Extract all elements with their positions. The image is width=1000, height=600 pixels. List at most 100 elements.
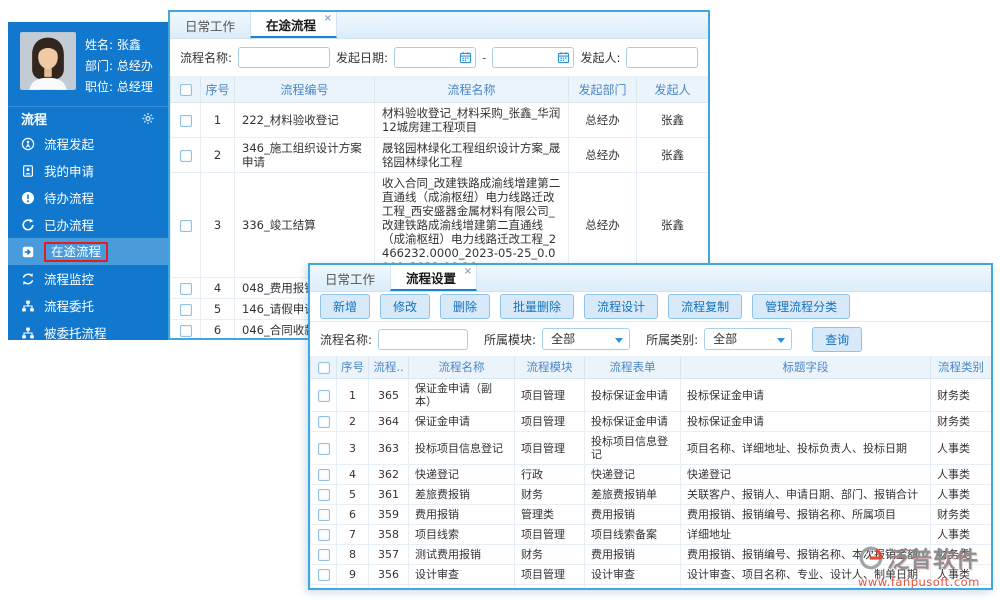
row-checkbox[interactable] (179, 149, 192, 162)
tab[interactable]: 流程设置 × (390, 265, 478, 291)
date-to-field (492, 47, 575, 68)
table-row[interactable]: 1 222_材料验收登记 材料验收登记_材料采购_张鑫_华润12城房建工程项目 … (170, 102, 708, 138)
column-header: 序号 (336, 356, 369, 379)
cell-process-name: 测试费用报销 (408, 544, 515, 565)
initiator-input[interactable] (626, 47, 698, 68)
cell-seq: 1 (336, 378, 369, 412)
sidebar-item[interactable]: 在途流程 (8, 238, 168, 265)
row-checkbox[interactable] (317, 389, 330, 402)
cell-module: 项目管理 (514, 564, 585, 585)
cell-category: 财务类 (930, 411, 991, 432)
row-checkbox[interactable] (179, 282, 192, 295)
row-checkbox[interactable] (317, 529, 330, 541)
cell-seq: 9 (336, 564, 369, 585)
toolbar-button[interactable]: 流程复制 (668, 294, 743, 319)
cell-process-code: 336_竣工结算 (234, 172, 375, 278)
module-select[interactable]: 全部 (542, 328, 631, 350)
cell-initiator: 张鑫 (636, 102, 708, 138)
select-all-checkbox[interactable] (317, 361, 330, 374)
toolbar-button[interactable]: 流程设计 (584, 294, 659, 319)
cell-title-fields: 费用报销、报销编号、报销名称、所属项目 (680, 504, 931, 525)
tab-close-icon[interactable]: × (464, 266, 472, 277)
toolbar-button[interactable]: 管理流程分类 (752, 294, 851, 319)
table-row[interactable]: 4 362 快递登记 行政 快递登记 快递登记 人事类 (310, 464, 991, 485)
table-header-row: 序号 流程.. 流程名称 流程模块 流程表单 标题字段 流程类别 (310, 356, 991, 379)
select-all-checkbox[interactable] (179, 84, 192, 96)
sidebar-item[interactable]: 流程监控 (8, 265, 168, 292)
table-row[interactable]: 2 346_施工组织设计方案申请 晟铭园林绿化工程组织设计方案_晟铭园林绿化工程… (170, 137, 708, 173)
table-row[interactable]: 2 364 保证金申请 项目管理 投标保证金申请 投标保证金申请 财务类 (310, 411, 991, 432)
cell-form: 快递登记 (584, 464, 681, 485)
query-button[interactable]: 查询 (812, 326, 863, 352)
cell-seq: 5 (200, 298, 235, 320)
row-checkbox[interactable] (317, 489, 330, 501)
cell-process-code: 361 (368, 484, 409, 505)
cell-process-code: 346_施工组织设计方案申请 (234, 137, 375, 173)
cell-title-fields: 快递登记 (680, 464, 931, 485)
column-header: 流程类别 (930, 356, 991, 379)
sidebar-item[interactable]: 流程发起 (8, 130, 168, 157)
calendar-icon[interactable] (557, 51, 570, 64)
row-checkbox[interactable] (317, 509, 330, 521)
toolbar-button[interactable]: 批量删除 (500, 294, 575, 319)
table-row[interactable]: 3 336_竣工结算 收入合同_改建铁路成渝线增建第二直通线（成渝枢纽）电力线路… (170, 172, 708, 278)
tab[interactable]: 日常工作 (310, 265, 390, 291)
row-checkbox[interactable] (317, 469, 330, 481)
table-row[interactable]: 5 361 差旅费报销 财务 差旅费报销单 关联客户、报销人、申请日期、部门、报… (310, 484, 991, 505)
calendar-icon[interactable] (459, 51, 472, 64)
cell-form: 设计进度汇报 (584, 584, 681, 588)
row-checkbox[interactable] (317, 416, 330, 428)
tab-close-icon[interactable]: × (324, 13, 332, 24)
cell-form: 项目线索备案 (584, 524, 681, 545)
category-select[interactable]: 全部 (704, 328, 793, 350)
tab[interactable]: 日常工作 (170, 12, 250, 38)
toolbar-button[interactable]: 修改 (380, 294, 431, 319)
row-checkbox[interactable] (179, 324, 192, 337)
row-checkbox[interactable] (179, 303, 192, 316)
cell-module: 财务 (514, 484, 585, 505)
cell-module: 项目管理 (514, 524, 585, 545)
process-name-label: 流程名称: (320, 332, 373, 347)
cell-process-code: 365 (368, 378, 409, 412)
table-row[interactable]: 3 363 投标项目信息登记 项目管理 投标项目信息登记 项目名称、详细地址、投… (310, 431, 991, 465)
row-checkbox[interactable] (317, 569, 330, 581)
toolbar: 新增 修改 删除 批量删除 流程设计 流程复制 管理流程分类 (310, 292, 991, 322)
column-header: 流程名称 (408, 356, 515, 379)
sidebar-item[interactable]: 已办流程 (8, 211, 168, 238)
sidebar-section-title: 流程 (21, 113, 48, 128)
cell-initiator: 张鑫 (636, 137, 708, 173)
sidebar-item[interactable]: 我的申请 (8, 157, 168, 184)
table-row[interactable]: 6 359 费用报销 管理类 费用报销 费用报销、报销编号、报销名称、所属项目 … (310, 504, 991, 525)
date-from-field (394, 47, 477, 68)
cell-seq: 4 (200, 277, 235, 299)
cell-process-name: 收入合同_改建铁路成渝线增建第二直通线（成渝枢纽）电力线路迁改工程_西安盛器金属… (374, 172, 569, 278)
process-name-label: 流程名称: (180, 51, 233, 65)
select-value: 全部 (551, 332, 576, 346)
cell-process-code: 356 (368, 564, 409, 585)
row-checkbox[interactable] (317, 442, 330, 455)
sidebar-item-label: 在途流程 (44, 241, 109, 262)
cell-process-code: 363 (368, 431, 409, 465)
row-checkbox[interactable] (179, 219, 192, 232)
toolbar-button[interactable]: 删除 (440, 294, 491, 319)
sidebar-item[interactable]: 流程委托 (8, 292, 168, 319)
cell-title-fields: 项目名称、详细地址、投标负责人、投标日期 (680, 431, 931, 465)
transit-icon (21, 245, 35, 259)
table-row[interactable]: 1 365 保证金申请（副本） 项目管理 投标保证金申请 投标保证金申请 财务类 (310, 378, 991, 412)
process-name-input[interactable] (238, 47, 331, 68)
column-header: 序号 (200, 77, 235, 103)
cell-module: 管理类 (514, 504, 585, 525)
row-checkbox[interactable] (179, 114, 192, 127)
process-name-input[interactable] (378, 328, 469, 350)
toolbar-button[interactable]: 新增 (320, 294, 371, 319)
cell-process-code: 364 (368, 411, 409, 432)
tab[interactable]: 在途流程 × (250, 12, 338, 38)
cell-process-code: 357 (368, 544, 409, 565)
cell-process-name: 保证金申请 (408, 411, 515, 432)
row-checkbox[interactable] (317, 549, 330, 561)
cell-seq: 5 (336, 484, 369, 505)
sidebar-item[interactable]: 被委托流程 (8, 319, 168, 346)
gear-icon[interactable] (141, 112, 155, 125)
chevron-down-icon (615, 338, 624, 343)
sidebar-item[interactable]: 待办流程 (8, 184, 168, 211)
